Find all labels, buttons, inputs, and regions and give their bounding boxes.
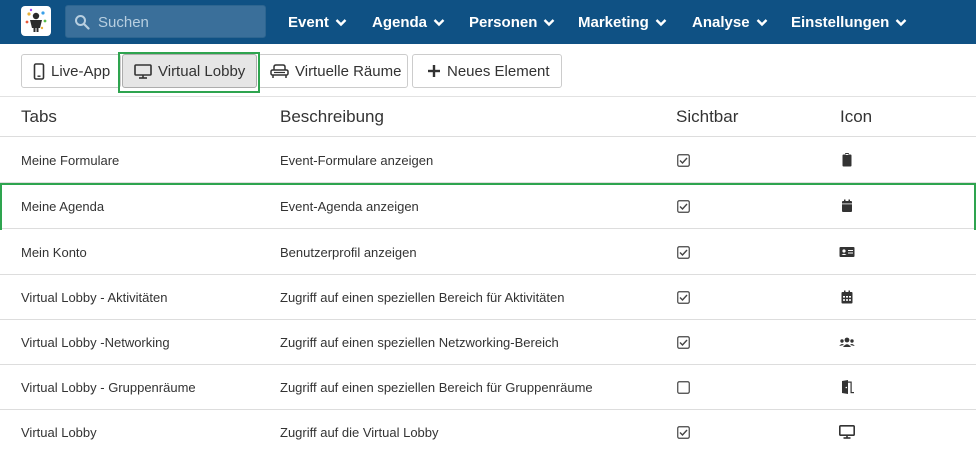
column-header-sichtbar: Sichtbar bbox=[676, 107, 739, 126]
row-description: Zugriff auf einen speziellen Netzworking… bbox=[280, 335, 559, 350]
table-row[interactable]: Virtual Lobby - Gruppenräume Zugriff auf… bbox=[0, 365, 976, 410]
nav-menu-agenda[interactable]: Agenda bbox=[372, 0, 445, 44]
calendar-grid-icon bbox=[841, 290, 853, 304]
virtual-lobby-button[interactable]: Virtual Lobby bbox=[122, 54, 257, 88]
checkbox-unchecked[interactable] bbox=[677, 381, 690, 394]
top-navbar: Event Agenda Personen Marketing Analyse … bbox=[0, 0, 976, 44]
live-app-button[interactable]: Live-App bbox=[21, 54, 121, 88]
row-description: Zugriff auf die Virtual Lobby bbox=[280, 425, 439, 440]
clipboard-icon bbox=[842, 153, 852, 167]
nav-menu-label: Analyse bbox=[692, 13, 750, 31]
table-row[interactable]: Meine Agenda Event-Agenda anzeigen bbox=[0, 184, 976, 229]
chevron-down-icon bbox=[433, 18, 445, 26]
plus-icon bbox=[428, 65, 440, 77]
nav-menu-label: Event bbox=[288, 13, 329, 31]
row-tab-name: Meine Formulare bbox=[21, 153, 120, 168]
neues-element-button[interactable]: Neues Element bbox=[412, 54, 562, 88]
users-icon bbox=[839, 337, 855, 347]
row-description: Event-Formulare anzeigen bbox=[280, 153, 434, 168]
nav-menu-label: Personen bbox=[469, 13, 538, 31]
row-tab-name: Virtual Lobby bbox=[21, 425, 97, 440]
chevron-down-icon bbox=[335, 18, 347, 26]
nav-menu-einstellungen[interactable]: Einstellungen bbox=[791, 0, 907, 44]
column-header-icon: Icon bbox=[840, 107, 873, 126]
toolbar: Live-App Virtual Lobby Virtuelle Räume N… bbox=[0, 44, 976, 97]
checkbox-checked[interactable] bbox=[677, 246, 690, 259]
checkbox-checked[interactable] bbox=[677, 426, 690, 439]
table-row[interactable]: Virtual Lobby - Aktivitäten Zugriff auf … bbox=[0, 275, 976, 320]
chevron-down-icon bbox=[895, 18, 907, 26]
search-input[interactable] bbox=[98, 10, 258, 34]
virtual-lobby-label: Virtual Lobby bbox=[158, 62, 246, 80]
nav-menu-analyse[interactable]: Analyse bbox=[692, 0, 768, 44]
door-open-icon bbox=[842, 380, 854, 394]
checkbox-checked[interactable] bbox=[677, 291, 690, 304]
virtuelle-raeume-label: Virtuelle Räume bbox=[295, 62, 402, 80]
monitor-icon bbox=[839, 425, 855, 439]
row-tab-name: Virtual Lobby -Networking bbox=[21, 335, 170, 350]
row-description: Benutzerprofil anzeigen bbox=[280, 245, 417, 260]
row-tab-name: Meine Agenda bbox=[21, 199, 105, 214]
table-row[interactable]: Virtual Lobby -Networking Zugriff auf ei… bbox=[0, 320, 976, 365]
table-row[interactable]: Virtual Lobby Zugriff auf die Virtual Lo… bbox=[0, 410, 976, 452]
checkbox-checked[interactable] bbox=[677, 154, 690, 167]
search-icon bbox=[75, 15, 90, 30]
table-row[interactable]: Meine Formulare Event-Formulare anzeigen bbox=[0, 138, 976, 183]
nav-menu-label: Einstellungen bbox=[791, 13, 890, 31]
checkbox-checked[interactable] bbox=[677, 200, 690, 213]
logo-icon bbox=[25, 8, 47, 32]
row-description: Zugriff auf einen speziellen Bereich für… bbox=[280, 380, 593, 395]
chevron-down-icon bbox=[655, 18, 667, 26]
live-app-label: Live-App bbox=[51, 62, 111, 80]
row-tab-name: Virtual Lobby - Aktivitäten bbox=[21, 290, 168, 305]
row-description: Zugriff auf einen speziellen Bereich für… bbox=[280, 290, 565, 305]
app-logo[interactable] bbox=[21, 6, 51, 36]
nav-menu-label: Marketing bbox=[578, 13, 649, 31]
couch-icon bbox=[270, 63, 289, 78]
checkbox-checked[interactable] bbox=[677, 336, 690, 349]
nav-menu-marketing[interactable]: Marketing bbox=[578, 0, 667, 44]
virtuelle-raeume-button[interactable]: Virtuelle Räume bbox=[258, 54, 408, 88]
chevron-down-icon bbox=[756, 18, 767, 26]
nav-menu-event[interactable]: Event bbox=[288, 0, 347, 44]
chevron-down-icon bbox=[544, 18, 555, 26]
row-tab-name: Virtual Lobby - Gruppenräume bbox=[21, 380, 196, 395]
nav-menu-personen[interactable]: Personen bbox=[469, 0, 555, 44]
monitor-icon bbox=[134, 63, 152, 79]
table-row[interactable]: Mein Konto Benutzerprofil anzeigen bbox=[0, 230, 976, 275]
column-header-beschreibung: Beschreibung bbox=[280, 107, 384, 126]
row-description: Event-Agenda anzeigen bbox=[280, 199, 419, 214]
nav-menu-label: Agenda bbox=[372, 13, 428, 31]
calendar-icon bbox=[842, 199, 852, 212]
neues-element-label: Neues Element bbox=[447, 62, 550, 80]
table-header: Tabs Beschreibung Sichtbar Icon bbox=[0, 97, 976, 137]
search-box[interactable] bbox=[65, 5, 266, 38]
id-card-icon bbox=[839, 247, 855, 257]
row-tab-name: Mein Konto bbox=[21, 245, 87, 260]
column-header-tabs: Tabs bbox=[21, 107, 57, 126]
mobile-phone-icon bbox=[33, 62, 45, 80]
